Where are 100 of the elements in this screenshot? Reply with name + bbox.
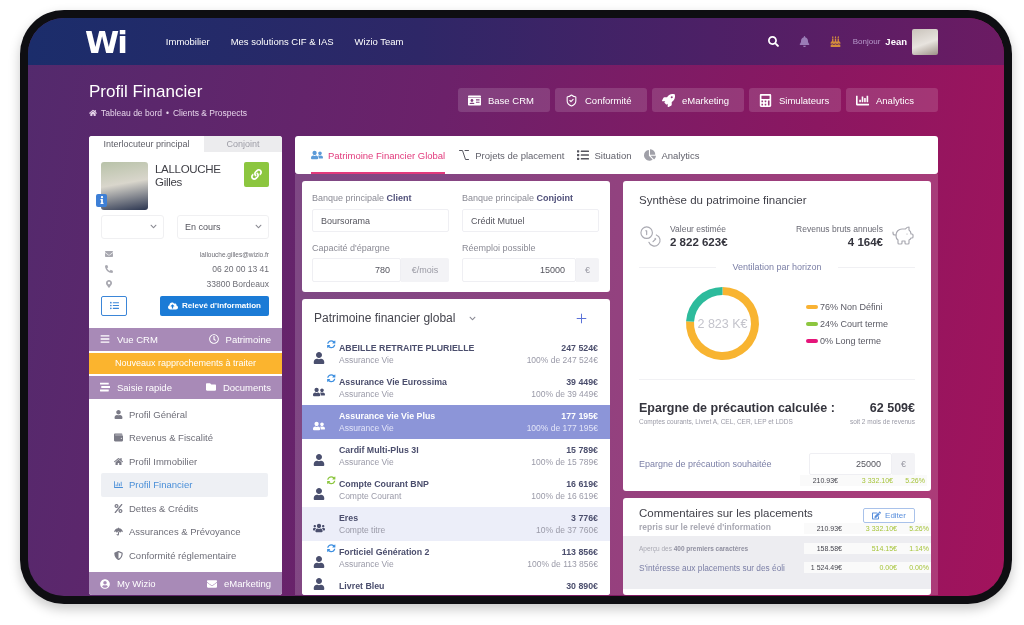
select-field[interactable] bbox=[101, 214, 164, 239]
asset-amount: 247 524€ bbox=[561, 342, 598, 353]
asset-amount: 15 789€ bbox=[566, 444, 598, 455]
asset-row[interactable]: Livret Bleu 30 890€ bbox=[302, 575, 610, 595]
sidebar-menu-item[interactable]: Conformité réglementaire bbox=[101, 543, 268, 567]
card-title: Synthèse du patrimoine financier bbox=[639, 193, 808, 207]
menu-icon bbox=[100, 334, 110, 344]
avatar-placeholder[interactable] bbox=[912, 28, 938, 55]
asset-type: Assurance Vie bbox=[339, 388, 395, 399]
bell-icon[interactable] bbox=[798, 36, 810, 47]
client-last-name: LALLOUCHE bbox=[155, 162, 222, 176]
toolbar-button[interactable]: Analytics bbox=[846, 88, 938, 112]
sidebar-menu-item[interactable]: Revenus & Fiscalité bbox=[101, 426, 268, 450]
user-group-icon bbox=[313, 522, 325, 534]
asset-amount: 3 776€ bbox=[571, 512, 598, 523]
add-icon[interactable] bbox=[574, 310, 589, 326]
shield-check-icon bbox=[565, 93, 578, 107]
users-icon bbox=[311, 149, 323, 161]
asset-amount: 113 856€ bbox=[561, 546, 598, 557]
field-label: Capacité d'épargne bbox=[312, 242, 391, 254]
info-icon[interactable] bbox=[96, 193, 107, 207]
user-name: Jean bbox=[885, 36, 907, 47]
edit-icon bbox=[872, 511, 882, 520]
nav-link[interactable]: Mes solutions CIF & IAS bbox=[230, 36, 334, 47]
mail-icon bbox=[105, 250, 113, 258]
asset-type: Assurance Vie bbox=[339, 422, 395, 433]
toolbar-button[interactable]: Simulateurs bbox=[749, 88, 841, 112]
user-icon bbox=[313, 352, 325, 364]
toolbar-button[interactable]: Conformité bbox=[555, 88, 647, 112]
sidebar-menu-item[interactable]: Assurances & Prévoyance bbox=[101, 520, 268, 544]
chart-title: Ventilation par horizon bbox=[732, 262, 822, 272]
report-button[interactable]: Relevé d'information bbox=[160, 295, 269, 316]
nav-link[interactable]: Immobilier bbox=[165, 36, 210, 47]
list-view-button[interactable] bbox=[101, 295, 127, 316]
input-field[interactable]: 780 bbox=[312, 258, 401, 282]
search-icon[interactable] bbox=[767, 36, 779, 47]
asset-row[interactable]: Eres 3 776€ Compte titre 10% de 37 760€ bbox=[302, 507, 610, 541]
input-field[interactable]: 15000 bbox=[462, 258, 576, 282]
chevron-down-icon bbox=[150, 223, 157, 230]
asset-type: Compte Courant bbox=[339, 490, 403, 501]
content-tab[interactable]: Analytics bbox=[644, 136, 700, 174]
percent-icon bbox=[113, 503, 123, 513]
precaution-title: Epargne de précaution calculée : bbox=[639, 401, 835, 415]
staggered-lines-icon bbox=[100, 382, 110, 392]
chevron-down-icon bbox=[255, 223, 262, 230]
toolbar-button[interactable]: Base CRM bbox=[458, 88, 550, 112]
list-icon bbox=[577, 149, 590, 161]
photo-placeholder bbox=[101, 161, 148, 210]
page-title: Profil Financier bbox=[89, 82, 204, 102]
breadcrumb-link[interactable]: Clients & Prospects bbox=[172, 108, 248, 118]
asset-type: Compte titre bbox=[339, 524, 387, 535]
wallet-icon bbox=[113, 433, 123, 443]
comment-text: S'intéresse aux placements sur des éoli bbox=[639, 562, 785, 573]
asset-share: 100% de 16 619€ bbox=[531, 490, 598, 501]
asset-type: Assurance Vie bbox=[339, 354, 395, 365]
user-icon bbox=[113, 409, 123, 419]
piggy-bank-icon bbox=[891, 224, 915, 248]
wished-savings-label: Epargne de précaution souhaitée bbox=[639, 459, 772, 469]
status-select[interactable]: En cours bbox=[177, 214, 269, 239]
cake-icon[interactable] bbox=[829, 36, 841, 47]
sidebar-menu-item[interactable]: Profil Immobilier bbox=[101, 449, 268, 473]
mail-icon bbox=[207, 578, 217, 589]
list-icon bbox=[109, 301, 119, 310]
stat-value: 2 822 623€ bbox=[670, 236, 728, 248]
calculator-icon bbox=[759, 93, 772, 107]
content-tab[interactable]: Patrimoine Financier Global bbox=[311, 136, 446, 174]
field-label: Réemploi possible bbox=[462, 242, 537, 254]
nav-link[interactable]: Wizio Team bbox=[354, 36, 404, 47]
link-button[interactable] bbox=[244, 161, 269, 187]
asset-share: 100% de 247 524€ bbox=[526, 354, 598, 365]
link-icon bbox=[251, 168, 262, 180]
content-tab[interactable]: Situation bbox=[577, 136, 632, 174]
logo[interactable]: Wi bbox=[85, 24, 126, 59]
breadcrumb-separator: • bbox=[165, 108, 169, 118]
chevron-down-icon[interactable] bbox=[469, 314, 477, 322]
breadcrumb-link[interactable]: Tableau de bord bbox=[101, 108, 162, 118]
unit-label: € bbox=[892, 453, 915, 475]
asset-name: Cardif Multi-Plus 3I bbox=[339, 444, 420, 455]
input-field[interactable]: 25000 bbox=[809, 453, 892, 475]
rocket-icon bbox=[662, 93, 675, 107]
asset-share: 100% de 39 449€ bbox=[531, 388, 598, 399]
asset-amount: 39 449€ bbox=[566, 376, 598, 387]
edit-button[interactable]: Editer bbox=[863, 508, 915, 523]
user-icon bbox=[313, 454, 325, 466]
asset-type: Assurance Vie bbox=[339, 558, 395, 569]
location-pin-icon bbox=[105, 280, 113, 288]
sidebar-menu-item[interactable]: Dettes & Crédits bbox=[101, 496, 268, 520]
input-field[interactable]: Crédit Mutuel bbox=[462, 209, 599, 232]
two-users-icon bbox=[313, 386, 325, 398]
asset-name: Assurance vie Vie Plus bbox=[339, 410, 437, 421]
stat-label: Valeur estimée bbox=[670, 224, 727, 234]
asset-name: ABEILLE RETRAITE PLURIELLE bbox=[339, 342, 476, 353]
sidebar-menu-item[interactable]: Profil Général bbox=[101, 402, 268, 426]
toolbar-button[interactable]: eMarketing bbox=[652, 88, 744, 112]
home-icon[interactable] bbox=[89, 109, 97, 117]
asset-share: 10% de 37 760€ bbox=[536, 524, 598, 535]
pie-chart-icon bbox=[644, 149, 657, 161]
asset-amount: 177 195€ bbox=[561, 410, 598, 421]
content-tab[interactable]: Projets de placement bbox=[458, 136, 565, 174]
input-field[interactable]: Boursorama bbox=[312, 209, 449, 232]
